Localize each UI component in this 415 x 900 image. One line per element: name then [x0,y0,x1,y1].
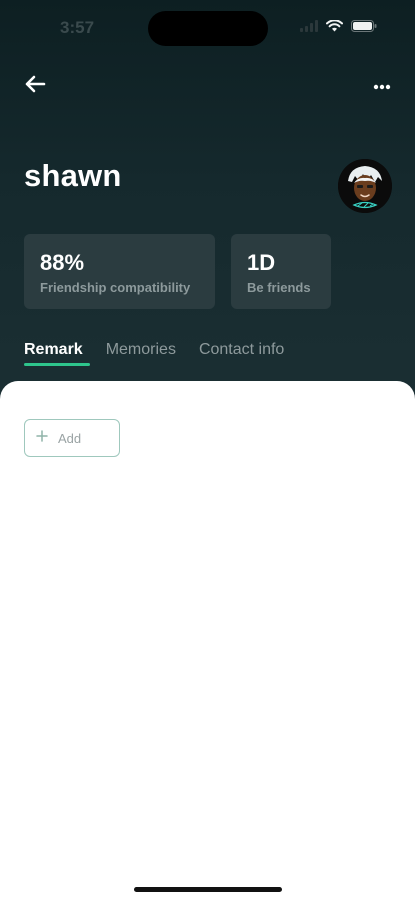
back-button[interactable] [20,72,50,100]
compatibility-value: 88% [40,250,85,275]
wifi-icon [326,20,343,32]
arrow-left-icon [24,75,46,98]
tab-contact-info-label: Contact info [198,341,285,358]
more-dots-icon [373,77,391,95]
signal-icon [300,20,318,32]
friends-duration-label: Be friends [247,280,311,295]
tab-memories[interactable]: Memories [106,341,176,367]
friends-duration-value: 1D [247,250,276,275]
dynamic-island [148,11,268,46]
remark-panel: Add [0,381,415,900]
status-bar: 3:57 [0,0,415,56]
status-time: 3:57 [60,18,95,37]
add-remark-label: Add [58,430,82,446]
tab-remark-label: Remark [24,341,83,358]
profile-name: shawn [24,158,122,193]
tab-contact-info[interactable]: Contact info [199,341,284,367]
tab-memories-label: Memories [105,341,176,358]
home-indicator [134,887,282,892]
battery-icon [351,20,377,32]
add-remark-button[interactable]: Add [24,419,120,457]
friendship-compatibility-card: 88% Friendship compatibility [24,234,215,309]
profile-tabs: Remark Memories Contact info [24,341,307,367]
plus-icon [36,429,48,447]
avatar[interactable] [338,159,392,213]
compatibility-label: Friendship compatibility [40,280,191,295]
tab-remark[interactable]: Remark [24,341,90,367]
profile-header: 3:57 shawn 88% Friendship compatibility … [0,0,415,400]
status-icons [300,20,377,32]
more-button[interactable] [367,74,397,98]
active-tab-indicator [24,363,90,366]
friends-duration-card: 1D Be friends [231,234,331,309]
